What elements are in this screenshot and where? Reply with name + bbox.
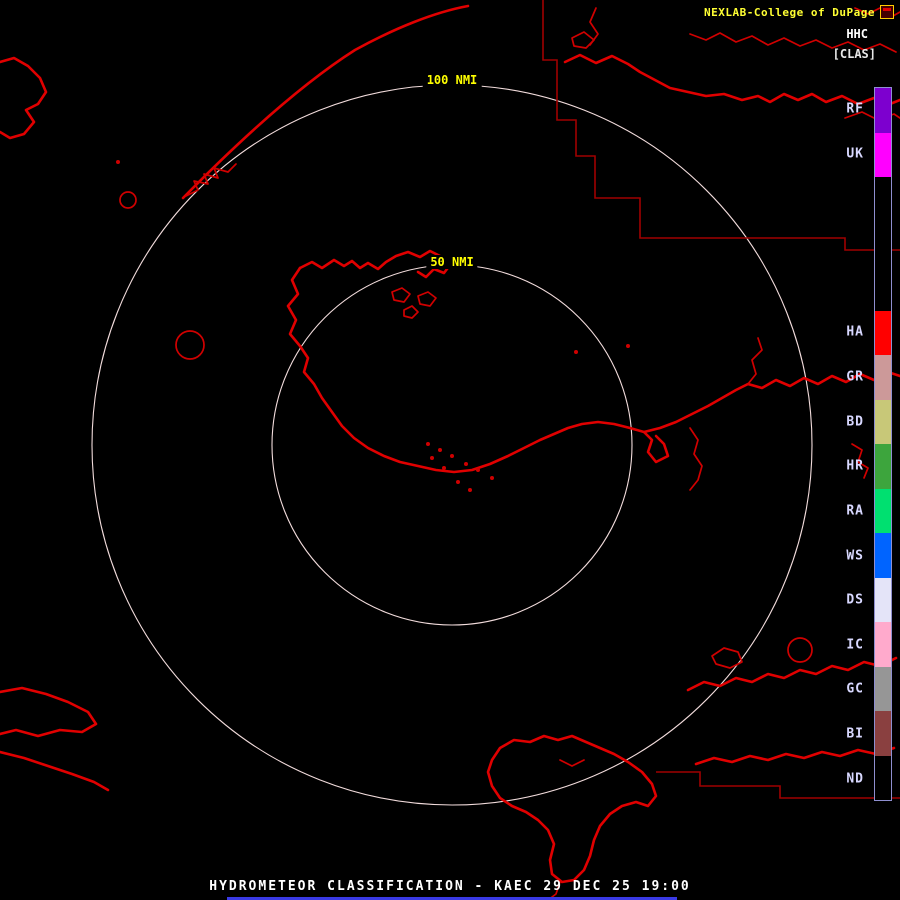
legend-seg-gap (875, 266, 891, 311)
legend-seg-UK (875, 132, 891, 177)
legend-seg-IC (875, 622, 891, 667)
product-mode-tag: [CLAS] (832, 47, 876, 61)
legend-seg-RA (875, 488, 891, 533)
radar-map (0, 0, 900, 900)
legend-seg-BD (875, 399, 891, 444)
legend-colorbar (874, 87, 892, 801)
brand-icon (880, 5, 894, 19)
range-ring-label-50nmi: 50 NMI (426, 255, 478, 269)
legend-seg-ND (875, 755, 891, 800)
product-code: HHC (846, 27, 868, 41)
product-title: HYDROMETEOR CLASSIFICATION - KAEC 29 DEC… (209, 879, 691, 894)
legend-seg-RF (875, 88, 891, 133)
legend-seg-HA (875, 310, 891, 355)
legend-seg-WS (875, 533, 891, 578)
brand-text: NEXLAB-College of DuPage (704, 5, 875, 19)
range-rings (91, 84, 813, 806)
ring-50nmi (271, 264, 633, 626)
legend-seg-BI (875, 711, 891, 756)
legend-seg-gap (875, 177, 891, 222)
coastlines (0, 4, 900, 900)
island-dots (116, 160, 630, 492)
legend-seg-DS (875, 577, 891, 622)
legend-seg-GR (875, 355, 891, 400)
legend-seg-HR (875, 444, 891, 489)
ring-100nmi (91, 84, 813, 806)
header: NEXLAB-College of DuPage HHC [CLAS] (704, 5, 894, 61)
legend-seg-gap (875, 221, 891, 266)
legend-seg-GC (875, 666, 891, 711)
range-ring-label-100nmi: 100 NMI (422, 73, 482, 87)
